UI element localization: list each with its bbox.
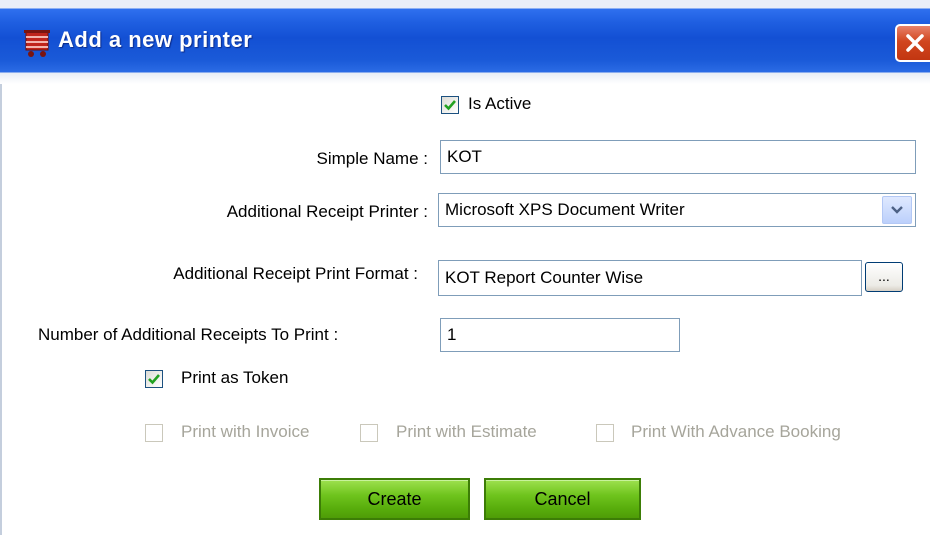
browse-format-button[interactable]: ...: [865, 262, 903, 292]
simple-name-input[interactable]: KOT: [440, 140, 916, 174]
is-active-label[interactable]: Is Active: [468, 94, 531, 114]
print-with-estimate-label[interactable]: Print with Estimate: [396, 422, 537, 442]
cancel-button[interactable]: Cancel: [484, 478, 641, 520]
print-with-invoice-label[interactable]: Print with Invoice: [181, 422, 310, 442]
receipt-printer-select[interactable]: Microsoft XPS Document Writer: [438, 193, 916, 227]
print-as-token-checkbox[interactable]: [145, 370, 163, 388]
window-title: Add a new printer: [58, 27, 253, 52]
create-button[interactable]: Create: [319, 478, 470, 520]
receipt-printer-value: Microsoft XPS Document Writer: [445, 200, 685, 219]
is-active-checkbox[interactable]: [441, 96, 459, 114]
add-printer-dialog: Add a new printer Is Active Simple Name …: [0, 0, 930, 535]
receipt-printer-label: Additional Receipt Printer :: [226, 202, 428, 221]
check-icon: [148, 374, 160, 385]
print-format-input[interactable]: KOT Report Counter Wise: [438, 260, 862, 296]
print-format-label: Additional Receipt Print Format :: [173, 264, 418, 283]
window-border: [0, 84, 2, 535]
print-with-estimate-checkbox[interactable]: [360, 424, 378, 442]
simple-name-label: Simple Name :: [316, 149, 428, 168]
print-with-advance-booking-checkbox[interactable]: [596, 424, 614, 442]
title-bar[interactable]: Add a new printer: [0, 0, 930, 84]
close-button[interactable]: [895, 24, 930, 62]
print-as-token-label[interactable]: Print as Token: [181, 368, 288, 388]
check-icon: [444, 100, 456, 111]
chevron-down-icon: [891, 206, 903, 214]
print-with-advance-booking-label[interactable]: Print With Advance Booking: [631, 422, 841, 442]
cart-icon: [24, 28, 50, 58]
receipt-count-label: Number of Additional Receipts To Print :: [38, 325, 339, 344]
receipt-count-input[interactable]: 1: [440, 318, 680, 352]
print-with-invoice-checkbox[interactable]: [145, 424, 163, 442]
receipt-printer-dropdown-button[interactable]: [882, 196, 912, 224]
